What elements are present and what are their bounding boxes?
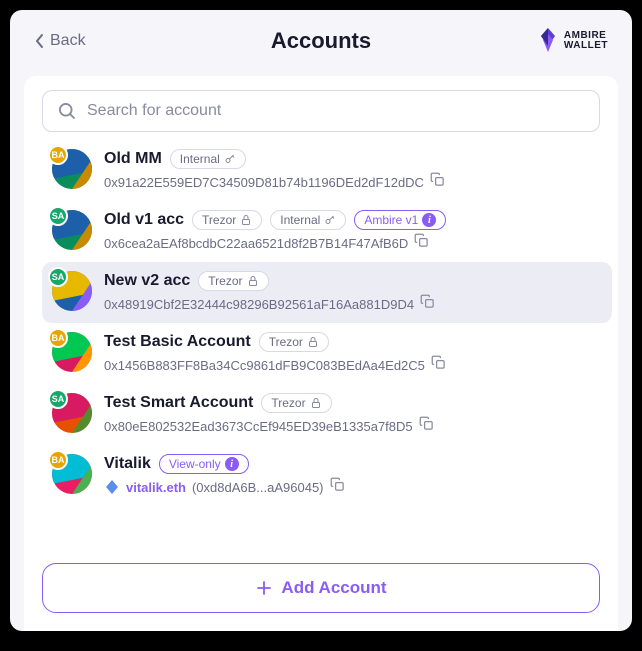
chevron-left-icon	[34, 33, 46, 49]
account-tag: Internal	[170, 149, 246, 169]
lock-icon	[240, 214, 252, 226]
account-avatar: BA	[52, 332, 92, 372]
ambire-logo-icon	[538, 28, 558, 54]
account-tag: Ambire v1i	[354, 210, 446, 230]
account-avatar: SA	[52, 210, 92, 250]
account-tag: Trezor	[261, 393, 331, 413]
account-row[interactable]: BA Test Basic Account Trezor 0x1456B883FF8B…	[42, 323, 612, 384]
lock-icon	[247, 275, 259, 287]
tag-label: Trezor	[269, 335, 303, 349]
account-tag: Trezor	[198, 271, 268, 291]
account-type-badge: SA	[48, 206, 68, 226]
accounts-list: BA Old MM Internal 0x91a22E559ED7C34509D81b…	[24, 140, 618, 549]
account-address: 0x6cea2aEAf8bcdbC22aa6521d8f2B7B14F47AfB…	[104, 236, 408, 251]
account-tag: Internal	[270, 210, 346, 230]
copy-address-button[interactable]	[420, 294, 435, 314]
account-address: 0x80eE802532Ead3673CcEf945ED39eB1335a7f8…	[104, 419, 413, 434]
account-address: 0x1456B883FF8Ba34Cc9861dFB9C083BEdAa4Ed2…	[104, 358, 425, 373]
add-account-button[interactable]: Add Account	[42, 563, 600, 613]
copy-address-button[interactable]	[430, 172, 445, 192]
account-tag: View-onlyi	[159, 454, 249, 474]
key-icon	[224, 153, 236, 165]
brand-line2: WALLET	[564, 41, 608, 51]
key-icon	[324, 214, 336, 226]
account-name: New v2 acc	[104, 272, 190, 290]
account-avatar: SA	[52, 271, 92, 311]
search-input[interactable]	[87, 102, 585, 120]
add-account-label: Add Account	[281, 578, 386, 598]
account-type-badge: BA	[48, 328, 68, 348]
account-row[interactable]: SA Test Smart Account Trezor 0x80eE802532Ea…	[42, 384, 612, 445]
ens-icon	[104, 479, 120, 495]
plus-icon	[255, 579, 273, 597]
page-title: Accounts	[271, 28, 371, 54]
search-field[interactable]	[42, 90, 600, 132]
account-type-badge: BA	[48, 450, 68, 470]
tag-label: Trezor	[271, 396, 305, 410]
account-avatar: BA	[52, 454, 92, 494]
lock-icon	[307, 336, 319, 348]
tag-label: View-only	[169, 457, 221, 471]
account-tag: Trezor	[192, 210, 262, 230]
account-name: Test Basic Account	[104, 333, 251, 351]
copy-address-button[interactable]	[431, 355, 446, 375]
account-type-badge: SA	[48, 389, 68, 409]
tag-label: Trezor	[208, 274, 242, 288]
account-address: 0x91a22E559ED7C34509D81b74b1196DEd2dF12d…	[104, 175, 424, 190]
account-type-badge: BA	[48, 145, 68, 165]
account-row[interactable]: BA Vitalik View-onlyi vitalik.eth (0xd8dA6B…	[42, 445, 612, 506]
account-address: 0x48919Cbf2E32444c98296B92561aF16Aa881D9…	[104, 297, 414, 312]
account-address: (0xd8dA6B...aA96045)	[192, 480, 324, 495]
tag-label: Ambire v1	[364, 213, 418, 227]
copy-address-button[interactable]	[414, 233, 429, 253]
account-name: Vitalik	[104, 455, 151, 473]
back-label: Back	[50, 32, 86, 50]
brand-logo: AMBIRE WALLET	[538, 28, 608, 54]
ens-name: vitalik.eth	[126, 480, 186, 495]
account-name: Old MM	[104, 150, 162, 168]
tag-label: Internal	[280, 213, 320, 227]
account-row[interactable]: SA Old v1 acc Trezor Internal Ambire v1i 0x6c…	[42, 201, 612, 262]
account-name: Old v1 acc	[104, 211, 184, 229]
account-row[interactable]: SA New v2 acc Trezor 0x48919Cbf2E32444c9829…	[42, 262, 612, 323]
copy-address-button[interactable]	[330, 477, 345, 497]
tag-label: Trezor	[202, 213, 236, 227]
account-avatar: SA	[52, 393, 92, 433]
tag-label: Internal	[180, 152, 220, 166]
account-tag: Trezor	[259, 332, 329, 352]
lock-icon	[310, 397, 322, 409]
back-button[interactable]: Back	[34, 32, 86, 50]
account-avatar: BA	[52, 149, 92, 189]
account-type-badge: SA	[48, 267, 68, 287]
search-icon	[57, 101, 77, 121]
account-row[interactable]: BA Old MM Internal 0x91a22E559ED7C34509D81b…	[42, 140, 612, 201]
copy-address-button[interactable]	[419, 416, 434, 436]
account-name: Test Smart Account	[104, 394, 253, 412]
